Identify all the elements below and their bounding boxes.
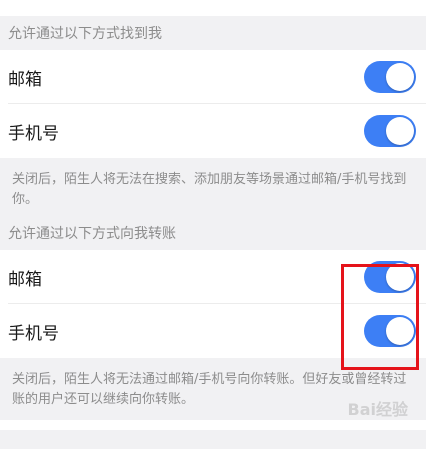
row-find-by-phone: 手机号 xyxy=(0,104,426,158)
section-header-find-me: 允许通过以下方式找到我 xyxy=(8,26,162,42)
row-label: 手机号 xyxy=(8,323,59,344)
toggle-knob xyxy=(386,63,414,91)
highlight-box xyxy=(341,264,419,370)
find-by-email-toggle[interactable] xyxy=(364,61,416,93)
find-by-phone-toggle[interactable] xyxy=(364,115,416,147)
watermark-text: Bai经验 xyxy=(347,400,408,419)
row-label: 邮箱 xyxy=(8,69,42,90)
top-strip xyxy=(0,0,426,16)
row-label: 手机号 xyxy=(8,123,59,144)
section-header-transfer: 允许通过以下方式向我转账 xyxy=(8,226,176,242)
find-me-note: 关闭后，陌生人将无法在搜索、添加朋友等场景通过邮箱/手机号找到你。 xyxy=(12,172,407,207)
row-find-by-email: 邮箱 xyxy=(0,50,426,104)
row-label: 邮箱 xyxy=(8,269,42,290)
bottom-strip xyxy=(0,420,426,430)
toggle-knob xyxy=(386,117,414,145)
